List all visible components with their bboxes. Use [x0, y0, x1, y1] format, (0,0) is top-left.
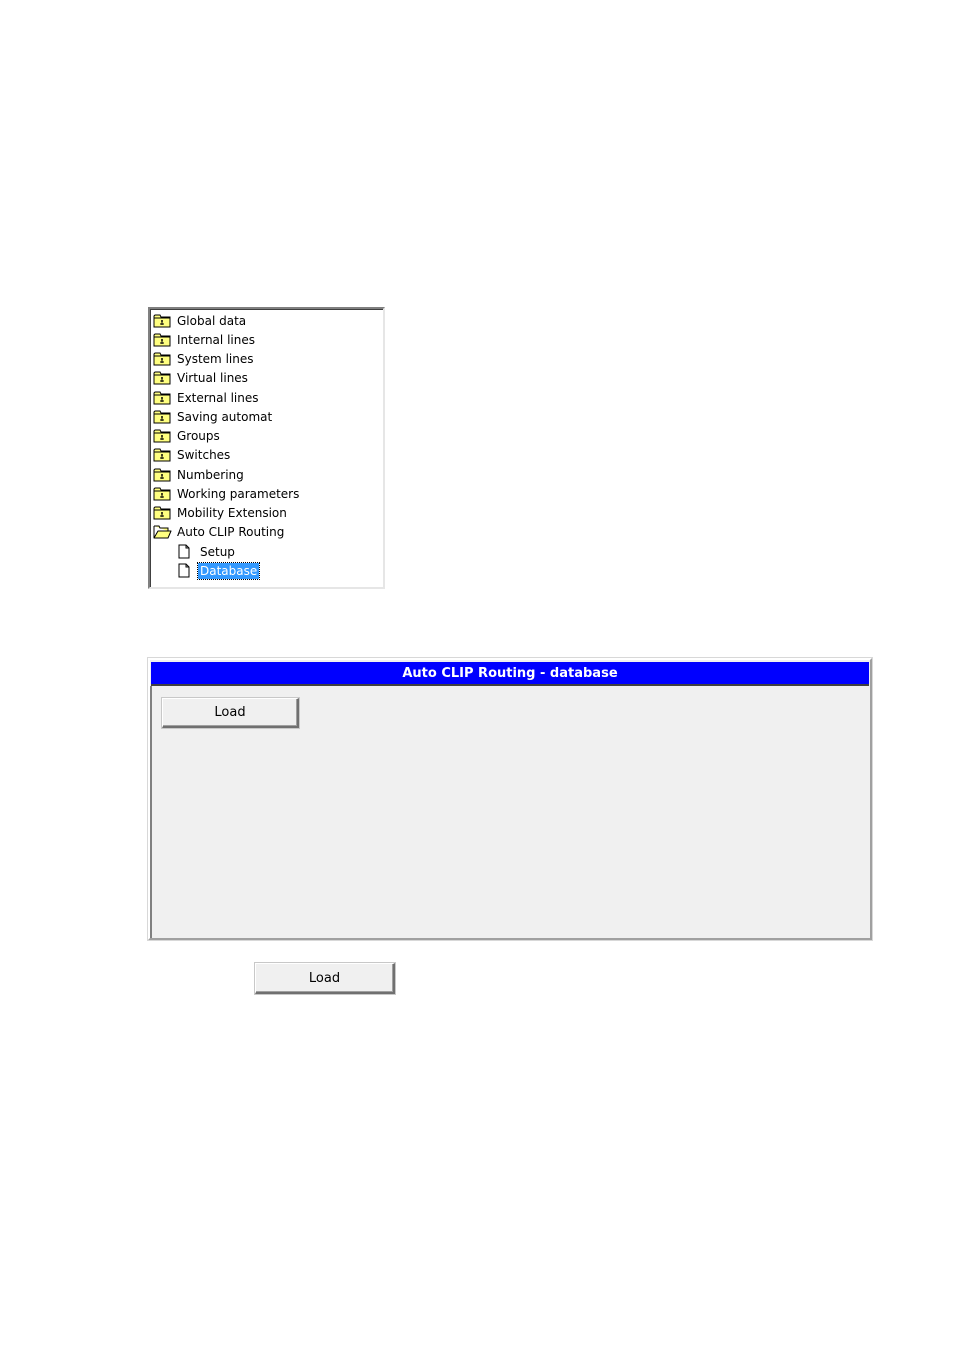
tree-item-label: Setup [200, 544, 235, 559]
tree-item-virtual-lines[interactable]: Virtual lines [153, 368, 250, 387]
document-icon [176, 563, 195, 578]
tree-item-working-parameters[interactable]: Working parameters [153, 484, 301, 503]
document-icon [176, 544, 195, 559]
panel-edge [150, 686, 152, 938]
folder-closed-icon [153, 409, 172, 424]
tree-item-label: Mobility Extension [177, 505, 287, 520]
folder-closed-icon [153, 428, 172, 443]
tree-item-switches[interactable]: Switches [153, 445, 232, 464]
tree-item-label: Groups [177, 428, 220, 443]
folder-closed-icon [153, 313, 172, 328]
folder-closed-icon [153, 447, 172, 462]
folder-closed-icon [153, 370, 172, 385]
folder-closed-icon [153, 467, 172, 482]
tree-item-system-lines[interactable]: System lines [153, 349, 255, 368]
tree-item-global-data[interactable]: Global data [153, 311, 248, 330]
tree-item-label: External lines [177, 390, 259, 405]
load-button[interactable]: Load [255, 963, 395, 994]
tree-item-database[interactable]: Database [176, 561, 261, 580]
tree-item-external-lines[interactable]: External lines [153, 388, 261, 407]
tree-item-saving-automat[interactable]: Saving automat [153, 407, 274, 426]
navigation-tree[interactable]: Global data Internal lines System lines … [148, 307, 385, 589]
tree-item-label: Working parameters [177, 486, 300, 501]
tree-item-auto-clip-routing[interactable]: Auto CLIP Routing [153, 522, 286, 541]
tree-item-label: Internal lines [177, 332, 255, 347]
panel-title: Auto CLIP Routing - database [151, 662, 869, 686]
tree-item-label: Saving automat [177, 409, 273, 424]
tree-item-internal-lines[interactable]: Internal lines [153, 330, 257, 349]
tree-item-label: Switches [177, 447, 231, 462]
tree-item-numbering[interactable]: Numbering [153, 465, 246, 484]
tree-item-label: Virtual lines [177, 370, 248, 385]
tree-item-setup[interactable]: Setup [176, 542, 237, 561]
folder-open-icon [153, 524, 172, 539]
folder-closed-icon [153, 486, 172, 501]
panel-load-button[interactable]: Load [162, 698, 299, 728]
folder-closed-icon [153, 351, 172, 366]
tree-item-label: Database [196, 561, 261, 580]
database-panel: Auto CLIP Routing - database Load [148, 658, 872, 940]
tree-item-mobility-extension[interactable]: Mobility Extension [153, 503, 289, 522]
folder-closed-icon [153, 505, 172, 520]
tree-item-label: Numbering [177, 467, 244, 482]
folder-closed-icon [153, 332, 172, 347]
tree-item-label: System lines [177, 351, 254, 366]
tree-item-label: Auto CLIP Routing [177, 524, 285, 539]
tree-item-label: Global data [177, 313, 247, 328]
folder-closed-icon [153, 390, 172, 405]
tree-item-groups[interactable]: Groups [153, 426, 222, 445]
